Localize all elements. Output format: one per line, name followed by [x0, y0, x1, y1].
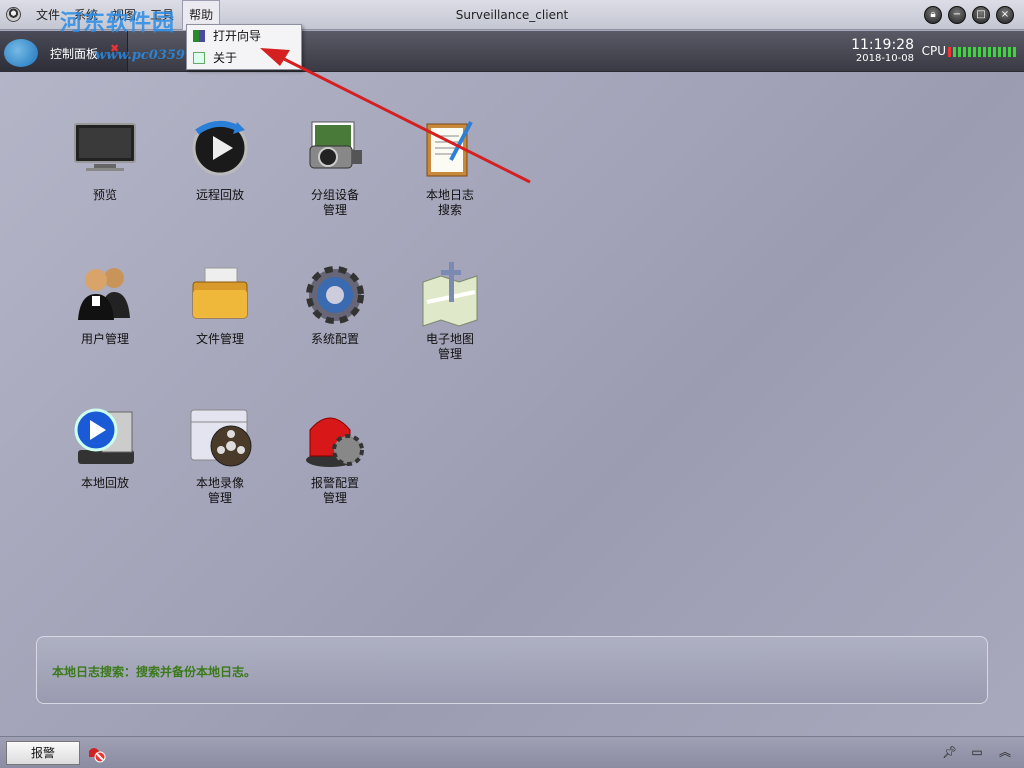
tile-label: 本地日志 搜索: [425, 188, 474, 217]
tile-label: 文件管理: [195, 332, 244, 346]
remote-playback-icon: [187, 118, 253, 184]
clock-time: 11:19:28: [851, 37, 914, 53]
tab-label: 控制面板: [50, 47, 99, 61]
status-bar: 报警 📌︎ ▭ ︽: [0, 736, 1024, 768]
tile-label: 用户管理: [80, 332, 129, 346]
tile-remote-playback[interactable]: 远程回放: [165, 118, 275, 203]
tile-label: 系统配置: [310, 332, 359, 346]
app-logo-icon: [6, 7, 21, 22]
tile-local-log-search[interactable]: 本地日志 搜索: [395, 118, 505, 218]
tile-system-config[interactable]: 系统配置: [280, 262, 390, 347]
clock-date: 2018-10-08: [855, 53, 914, 64]
description-text: 本地日志搜索：搜索并备份本地日志。: [52, 665, 257, 679]
watermark-logo-icon: [4, 39, 38, 67]
users-icon: [72, 262, 138, 328]
tile-local-record-management[interactable]: 本地录像 管理: [165, 406, 275, 506]
tile-label: 预览: [92, 188, 117, 202]
local-playback-icon: [72, 406, 138, 472]
cpu-label: CPU: [921, 44, 946, 58]
clock: 11:19:28 2018-10-08: [851, 37, 914, 65]
help-dropdown-menu: 打开向导 关于: [186, 24, 302, 70]
tile-label: 电子地图 管理: [425, 332, 474, 361]
collapse-up-icon[interactable]: ︽: [998, 745, 1012, 759]
pin-icon[interactable]: 📌︎: [942, 745, 957, 759]
tile-file-management[interactable]: 文件管理: [165, 262, 275, 347]
alarm-off-icon[interactable]: [86, 743, 106, 763]
monitor-icon: [72, 118, 138, 184]
tile-alarm-config[interactable]: 报警配置 管理: [280, 406, 390, 506]
map-icon: [417, 262, 483, 328]
watermark-brand: 河东软件园: [60, 11, 176, 36]
tile-label: 分组设备 管理: [310, 188, 359, 217]
alarm-siren-icon: [302, 406, 368, 472]
description-panel: 本地日志搜索：搜索并备份本地日志。: [36, 636, 988, 704]
tile-label: 远程回放: [195, 188, 244, 202]
menu-item-about[interactable]: 关于: [187, 47, 301, 69]
film-reel-icon: [187, 406, 253, 472]
alarm-button[interactable]: 报警: [6, 741, 80, 765]
tile-label: 本地回放: [80, 476, 129, 490]
menu-item-open-wizard[interactable]: 打开向导: [187, 25, 301, 47]
about-icon: [193, 52, 205, 64]
restore-icon[interactable]: □: [972, 6, 990, 24]
tile-emap-management[interactable]: 电子地图 管理: [395, 262, 505, 362]
gear-icon: [302, 262, 368, 328]
minimize-icon[interactable]: −: [948, 6, 966, 24]
control-panel-area: 预览 远程回放 分组设备 管理 本地日志 搜索 用户管理 文件管理 系统配置 电…: [0, 72, 1024, 736]
lock-icon[interactable]: 🔒︎: [924, 6, 942, 24]
wizard-icon: [193, 30, 205, 42]
tile-device-group[interactable]: 分组设备 管理: [280, 118, 390, 218]
close-icon[interactable]: ×: [996, 6, 1014, 24]
tile-label: 本地录像 管理: [195, 476, 244, 505]
tile-label: 报警配置 管理: [310, 476, 359, 505]
folder-icon: [187, 262, 253, 328]
tile-local-playback[interactable]: 本地回放: [50, 406, 160, 491]
tile-user-management[interactable]: 用户管理: [50, 262, 160, 347]
cpu-meter: [948, 47, 1016, 57]
log-search-icon: [417, 118, 483, 184]
tile-preview[interactable]: 预览: [50, 118, 160, 203]
camera-group-icon: [302, 118, 368, 184]
window-icon[interactable]: ▭: [970, 745, 984, 759]
